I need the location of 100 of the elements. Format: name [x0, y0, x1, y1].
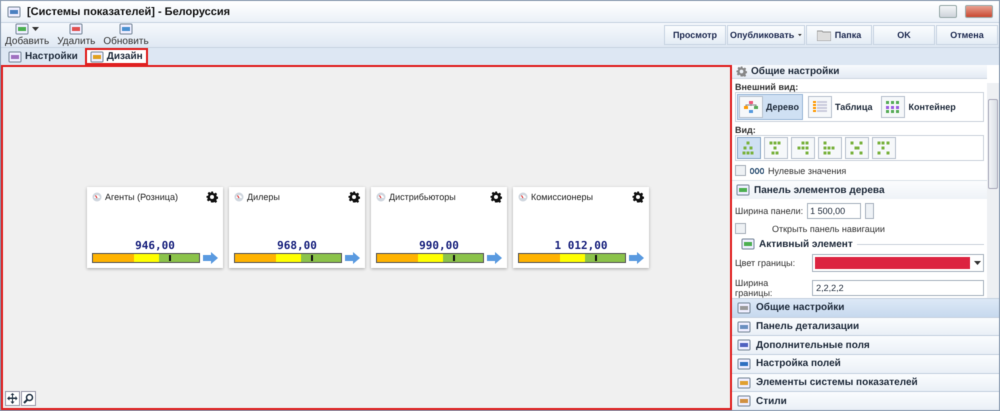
- layout-icon: [823, 140, 837, 156]
- panel-header: Общие настройки: [732, 65, 987, 79]
- table-icon: [812, 100, 828, 114]
- checkbox[interactable]: [735, 165, 746, 176]
- appearance-option[interactable]: Контейнер: [879, 94, 960, 120]
- appearance-option[interactable]: Дерево: [737, 94, 803, 120]
- section-icon: [737, 339, 751, 352]
- app-icon: [7, 6, 21, 18]
- layout-icon: [769, 140, 783, 156]
- layout-option[interactable]: [764, 137, 788, 159]
- gear-icon: [490, 191, 502, 203]
- accordion-item[interactable]: Панель детализации: [732, 316, 999, 336]
- gear-icon: [632, 191, 644, 203]
- layout-option[interactable]: [872, 137, 896, 159]
- gauge-icon: [234, 192, 244, 202]
- field-label: Цвет границы:: [735, 258, 796, 268]
- toolbar-button[interactable]: Опубликовать: [727, 25, 805, 45]
- card-title: Агенты (Розница): [105, 192, 179, 202]
- layout-option[interactable]: [737, 137, 761, 159]
- layout-icon: [850, 140, 864, 156]
- window-title: [Системы показателей] - Белоруссия: [27, 6, 232, 18]
- gauge-icon: [376, 192, 386, 202]
- grid-icon: [885, 100, 902, 114]
- toolbar-icon: [119, 23, 134, 35]
- group-title: Активный элемент: [759, 238, 853, 250]
- accordion-item[interactable]: Дополнительные поля: [732, 335, 999, 354]
- section-icon: [737, 302, 751, 314]
- gauge-icon: [92, 192, 102, 202]
- accordion-item[interactable]: Элементы системы показателей: [732, 372, 999, 392]
- gear-icon: [348, 191, 360, 203]
- section-icon: [737, 358, 751, 370]
- section-icon: [737, 395, 751, 408]
- toolbar-button[interactable]: Удалить: [53, 23, 100, 47]
- layout-icon: [877, 140, 891, 156]
- tab-icon: [8, 50, 22, 62]
- gauge-icon: [518, 192, 528, 202]
- checkbox[interactable]: [735, 223, 746, 234]
- arrow-right-icon[interactable]: [629, 252, 644, 264]
- tab[interactable]: Дизайн: [84, 48, 148, 65]
- element-icon: [741, 238, 755, 250]
- section-icon: [737, 376, 751, 389]
- view-label: Вид:: [735, 125, 757, 135]
- accordion-item[interactable]: Общие настройки: [732, 298, 999, 317]
- color-dropdown[interactable]: [812, 254, 984, 272]
- field-label: Ширина панели:: [735, 206, 804, 216]
- layout-option[interactable]: [845, 137, 869, 159]
- panel-icon: [736, 184, 750, 196]
- folder-icon: [816, 30, 831, 40]
- section-header: Панель элементов дерева: [732, 180, 987, 199]
- layout-option[interactable]: [818, 137, 842, 159]
- indicator-card[interactable]: Комиссионеры 1 012,00: [513, 187, 649, 268]
- toolbar-button[interactable]: Папка: [806, 25, 872, 45]
- restore-button[interactable]: [939, 5, 957, 18]
- tree-icon: [743, 100, 759, 114]
- accordion-item[interactable]: Настройка полей: [732, 354, 999, 373]
- layout-icon: [742, 140, 756, 156]
- indicator-card[interactable]: Агенты (Розница) 946,00: [87, 187, 223, 268]
- toolbar-button[interactable]: OK: [873, 25, 935, 45]
- accordion-item[interactable]: Стили: [732, 391, 999, 410]
- appearance-label: Внешний вид:: [735, 82, 800, 92]
- move-button[interactable]: [5, 391, 20, 406]
- arrow-right-icon[interactable]: [487, 252, 502, 264]
- toolbar-button[interactable]: Отмена: [936, 25, 998, 45]
- layout-option[interactable]: [791, 137, 815, 159]
- toolbar-icon: [69, 23, 84, 35]
- toolbar-button[interactable]: Добавить: [1, 23, 54, 47]
- toolbar-icon: [15, 23, 30, 35]
- card-value: 1 012,00: [554, 239, 608, 252]
- card-title: Дилеры: [247, 192, 281, 202]
- card-title: Комиссионеры: [531, 192, 594, 202]
- indicator-card[interactable]: Дилеры 968,00: [229, 187, 365, 268]
- arrow-right-icon[interactable]: [345, 252, 360, 264]
- card-value: 946,00: [135, 239, 175, 252]
- toolbar-button[interactable]: Просмотр: [664, 25, 726, 45]
- gear-icon: [736, 66, 747, 77]
- scrollbar[interactable]: [987, 83, 999, 298]
- indicator-card[interactable]: Дистрибьюторы 990,00: [371, 187, 507, 268]
- card-value: 990,00: [419, 239, 459, 252]
- card-value: 968,00: [277, 239, 317, 252]
- checkbox-label: Нулевые значения: [768, 166, 846, 176]
- caret-icon: [32, 27, 40, 31]
- caret-icon: [798, 33, 802, 37]
- zeros-icon: [750, 168, 764, 174]
- tab[interactable]: Настройки: [3, 48, 83, 65]
- arrow-right-icon[interactable]: [203, 252, 218, 264]
- appearance-option[interactable]: Таблица: [806, 94, 876, 120]
- section-icon: [737, 320, 751, 332]
- zoom-button[interactable]: [21, 391, 36, 406]
- layout-icon: [796, 140, 810, 156]
- gear-icon: [206, 191, 218, 203]
- card-title: Дистрибьюторы: [389, 192, 457, 202]
- close-button[interactable]: [965, 5, 993, 18]
- spin-buttons[interactable]: [865, 203, 874, 219]
- checkbox-label: Открыть панель навигации: [772, 224, 885, 234]
- caret-icon: [974, 261, 981, 265]
- field-label: Ширина границы:: [735, 278, 774, 298]
- tab-icon: [90, 50, 104, 62]
- number-field[interactable]: 1 500,00: [807, 203, 862, 219]
- toolbar-button[interactable]: Обновить: [99, 23, 153, 47]
- text-field[interactable]: 2,2,2,2: [812, 280, 984, 296]
